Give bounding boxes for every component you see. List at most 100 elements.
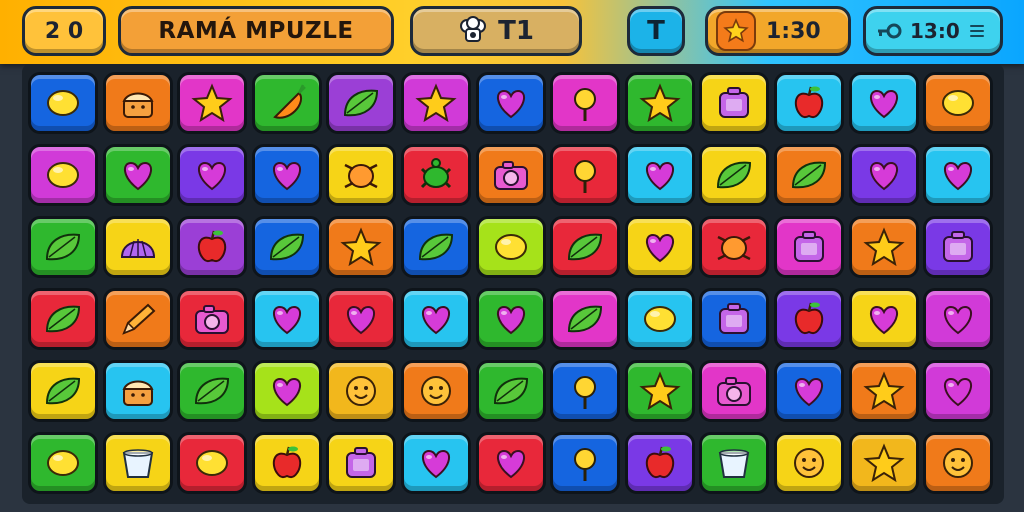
bug-icon: [344, 163, 378, 189]
tile-sprout[interactable]: [550, 144, 621, 206]
tile-sprout[interactable]: [550, 432, 621, 494]
tile-apple[interactable]: [774, 288, 844, 350]
heart-icon: [944, 161, 973, 191]
tile-heart[interactable]: [848, 72, 919, 134]
tile-turtle[interactable]: [401, 144, 471, 206]
tile-heart[interactable]: [251, 288, 322, 350]
menu-icon[interactable]: [969, 25, 984, 37]
tile-lemon[interactable]: [28, 432, 98, 494]
tile-heart[interactable]: [624, 216, 695, 278]
tile-cup[interactable]: [102, 432, 173, 494]
tile-heart[interactable]: [251, 144, 322, 206]
tile-heart[interactable]: [923, 288, 994, 350]
tile-star[interactable]: [177, 72, 248, 134]
tile-lemon[interactable]: [28, 144, 98, 206]
tile-box[interactable]: [699, 288, 770, 350]
tile-leaf[interactable]: [475, 360, 546, 422]
lemon-icon: [47, 90, 79, 116]
tile-leaf[interactable]: [401, 216, 471, 278]
tile-apple[interactable]: [774, 72, 844, 134]
tile-heart[interactable]: [923, 144, 994, 206]
tile-heart[interactable]: [326, 288, 397, 350]
score-panel[interactable]: 13:0: [863, 6, 1003, 56]
tile-star[interactable]: [848, 432, 919, 494]
tile-face[interactable]: [326, 360, 397, 422]
leaf-icon: [568, 305, 603, 333]
tile-lemon[interactable]: [624, 288, 695, 350]
tile-bug[interactable]: [326, 144, 397, 206]
tile-heart[interactable]: [624, 144, 695, 206]
tile-star[interactable]: [848, 360, 919, 422]
tile-heart[interactable]: [475, 432, 546, 494]
tile-box[interactable]: [699, 72, 770, 134]
tile-leaf[interactable]: [550, 288, 621, 350]
tile-face[interactable]: [401, 360, 471, 422]
tile-camera[interactable]: [699, 360, 770, 422]
face-icon: [943, 448, 974, 478]
tile-heart[interactable]: [177, 144, 248, 206]
tile-box[interactable]: [326, 432, 397, 494]
tile-apple[interactable]: [624, 432, 695, 494]
tile-bug[interactable]: [699, 216, 770, 278]
tile-leaf[interactable]: [177, 360, 248, 422]
tile-leaf[interactable]: [550, 216, 621, 278]
tile-star[interactable]: [401, 72, 471, 134]
tile-lemon[interactable]: [475, 216, 546, 278]
tile-lemon[interactable]: [923, 72, 994, 134]
tile-camera[interactable]: [177, 288, 248, 350]
tile-sprout[interactable]: [550, 72, 621, 134]
tile-star[interactable]: [326, 216, 397, 278]
tile-heart[interactable]: [401, 432, 471, 494]
heart-icon: [944, 377, 973, 407]
leaf-icon: [45, 233, 81, 261]
chef-panel[interactable]: T1: [410, 6, 582, 56]
tile-heart[interactable]: [401, 288, 471, 350]
tile-heart[interactable]: [102, 144, 173, 206]
star-icon: [340, 227, 382, 267]
tile-cake[interactable]: [102, 72, 173, 134]
sprout-icon: [574, 448, 597, 481]
tile-face[interactable]: [923, 432, 994, 494]
tile-box[interactable]: [923, 216, 994, 278]
star-icon: [639, 371, 681, 411]
tile-shell[interactable]: [102, 216, 173, 278]
leaf-icon: [269, 233, 304, 261]
key-icon: [876, 22, 902, 40]
tile-box[interactable]: [774, 216, 844, 278]
tile-star[interactable]: [848, 216, 919, 278]
tile-sprout[interactable]: [550, 360, 621, 422]
tile-leaf[interactable]: [28, 216, 98, 278]
tile-heart[interactable]: [848, 144, 919, 206]
tile-heart[interactable]: [848, 288, 919, 350]
face-icon: [421, 376, 451, 406]
tile-star[interactable]: [624, 72, 695, 134]
tile-heart[interactable]: [475, 72, 546, 134]
tile-leaf[interactable]: [774, 144, 844, 206]
tile-lemon[interactable]: [177, 432, 248, 494]
tile-heart[interactable]: [475, 288, 546, 350]
tile-carrot[interactable]: [251, 72, 322, 134]
tile-leaf[interactable]: [699, 144, 770, 206]
tile-heart[interactable]: [923, 360, 994, 422]
tile-cake[interactable]: [102, 360, 173, 422]
tile-lemon[interactable]: [28, 72, 98, 134]
pencil-icon: [121, 303, 156, 335]
tile-leaf[interactable]: [28, 360, 98, 422]
tile-camera[interactable]: [475, 144, 546, 206]
t-button[interactable]: T: [627, 6, 685, 56]
center-label: T1: [498, 16, 534, 46]
tile-face[interactable]: [774, 432, 844, 494]
tile-pencil[interactable]: [102, 288, 173, 350]
tile-heart[interactable]: [774, 360, 844, 422]
tile-apple[interactable]: [177, 216, 248, 278]
tile-leaf[interactable]: [251, 216, 322, 278]
tile-leaf[interactable]: [326, 72, 397, 134]
tile-apple[interactable]: [251, 432, 322, 494]
heart-icon: [645, 233, 674, 263]
box-icon: [719, 303, 750, 334]
tile-cup[interactable]: [699, 432, 770, 494]
tile-star[interactable]: [624, 360, 695, 422]
tile-leaf[interactable]: [28, 288, 98, 350]
tile-heart[interactable]: [251, 360, 322, 422]
level-badge[interactable]: 2 0: [22, 6, 106, 56]
